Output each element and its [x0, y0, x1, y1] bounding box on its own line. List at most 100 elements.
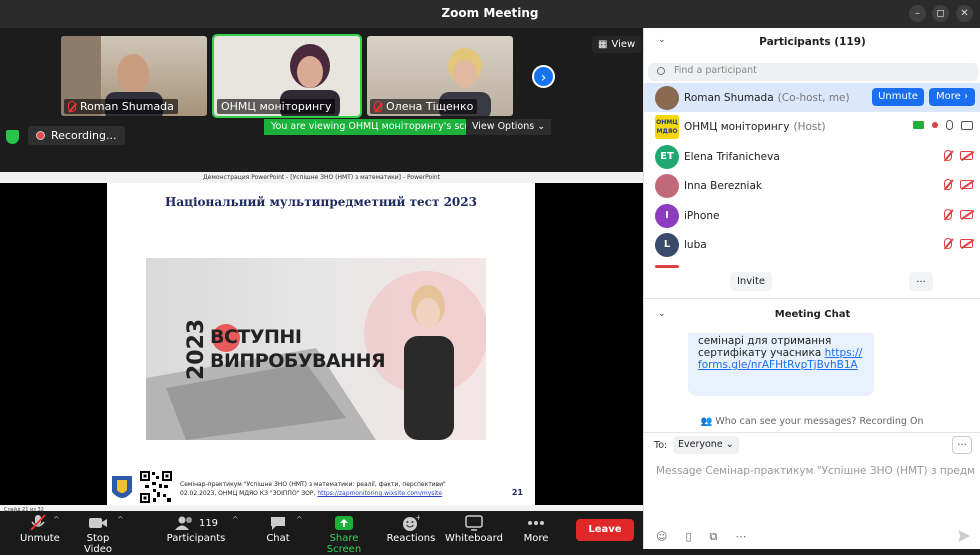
avatar: I [655, 203, 679, 228]
side-panel: ⌄ Participants (119) Find a participant … [643, 28, 980, 549]
participant-name: Elena Trifanicheva [684, 150, 780, 163]
participant-name: Inna Berezniak [684, 179, 762, 192]
participants-title: Participants (119) [759, 36, 866, 48]
participant-role: (Co-host, me) [777, 91, 850, 104]
more-dots-icon [520, 513, 552, 533]
more-button[interactable]: More [520, 513, 552, 544]
slide: Національний мультипредметний тест 2023 … [107, 183, 535, 505]
leave-button[interactable]: Leave [576, 519, 634, 541]
search-placeholder: Find a participant [674, 65, 757, 76]
chat-message-line: сертифікату учасника [698, 347, 822, 359]
mic-off-icon [944, 238, 952, 249]
chevron-down-icon: ⌄ [725, 439, 734, 450]
slide-image-word2: ВИПРОБУВАННЯ [210, 350, 386, 372]
chat-message-link[interactable]: https:// [825, 347, 863, 359]
mic-off-icon [374, 101, 382, 112]
slide-footer: Семінар-практикум "Успішне ЗНО (НМТ) з м… [180, 480, 480, 498]
message-input[interactable]: Message Семінар-практикум "Успішне ЗНО (… [656, 465, 976, 477]
slide-number: 21 [511, 488, 523, 497]
view-button[interactable]: ▦ View [592, 36, 642, 53]
record-dot-icon [36, 131, 45, 140]
participant-name: iPhone [684, 209, 720, 222]
thumb-name: Олена Тіщенко [386, 100, 474, 113]
slide-image: 2023 ВСТУПНІ ВИПРОБУВАННЯ [146, 258, 486, 440]
camera-off-icon [960, 239, 973, 248]
chat-divider [644, 432, 980, 433]
video-thumb-roman[interactable]: Roman Shumada [61, 36, 207, 116]
caret-up-icon[interactable]: ^ [296, 515, 303, 524]
participant-role: (Host) [793, 120, 826, 133]
invite-button[interactable]: Invite [730, 272, 772, 291]
participant-status-icons [944, 150, 973, 161]
participant-search-input[interactable]: Find a participant [648, 63, 978, 81]
thumb-label: Roman Shumada [64, 99, 178, 114]
participant-row[interactable]: ОНМЦ МДЯО ОНМЦ моніторингу (Host) [644, 112, 980, 141]
minimize-button[interactable]: – [909, 5, 926, 22]
emblem-logo-icon [112, 476, 132, 498]
video-camera-icon [73, 513, 123, 533]
send-icon[interactable] [958, 530, 970, 542]
panel-divider [644, 298, 980, 299]
participant-row[interactable]: ET Elena Trifanicheva [644, 142, 980, 171]
close-button[interactable]: ✕ [956, 5, 973, 22]
reactions-button[interactable]: + Reactions [386, 513, 436, 544]
view-button-label: View [611, 39, 636, 50]
smiley-icon: + [386, 513, 436, 533]
video-thumb-olena[interactable]: Олена Тіщенко [367, 36, 513, 116]
chevron-down-icon: ⌄ [537, 121, 546, 132]
caret-up-icon[interactable]: ^ [117, 515, 124, 524]
emoji-icon[interactable]: ☺ [656, 530, 667, 544]
camera-off-icon [960, 210, 973, 219]
participant-status-icons [944, 209, 973, 220]
recording-indicator[interactable]: Recording... [28, 126, 125, 145]
more-participant-button[interactable]: More › [929, 88, 975, 106]
slide-footer-line1: Семінар-практикум "Успішне ЗНО (НМТ) з м… [180, 481, 446, 488]
recipient-value: Everyone [678, 439, 723, 450]
whiteboard-button[interactable]: Whiteboard [445, 513, 503, 544]
participants-icon: 119 [166, 513, 226, 533]
unmute-participant-button[interactable]: Unmute [872, 88, 924, 106]
video-thumbnails: Roman Shumada ОНМЦ моніторингу Олена Тіщ… [0, 28, 643, 118]
participants-button[interactable]: 119 Participants [166, 513, 226, 544]
mic-off-icon [944, 179, 952, 190]
chat-tools: ☺ ▯ ⧉ ⋯ [656, 530, 746, 544]
mic-off-icon [20, 513, 56, 533]
caret-up-icon[interactable]: ^ [53, 515, 60, 524]
next-page-button[interactable]: › [532, 65, 555, 88]
more-dots-icon[interactable]: ⋯ [735, 530, 746, 544]
chat-button[interactable]: Chat [262, 513, 294, 544]
to-label: To: [654, 440, 668, 451]
avatar: ОНМЦ МДЯО [655, 114, 679, 139]
who-can-see-notice[interactable]: 👥 Who can see your messages? Recording O… [644, 416, 980, 427]
maximize-button[interactable]: ◻ [932, 5, 949, 22]
participants-label: Participants [166, 533, 226, 544]
unmute-button[interactable]: Unmute [20, 513, 60, 544]
avatar [655, 85, 679, 110]
participant-row[interactable]: L luba [644, 230, 980, 259]
participant-row[interactable]: I iPhone [644, 201, 980, 230]
chat-title: Meeting Chat [774, 309, 851, 320]
chat-message-link[interactable]: forms.gle/nrAFHtRvpTjBvhB1A [698, 359, 864, 371]
security-shield-icon[interactable] [6, 130, 19, 144]
shared-screen: Демонстрация PowerPoint - [Успішне ЗНО (… [0, 172, 643, 516]
video-stage: Roman Shumada ОНМЦ моніторингу Олена Тіщ… [0, 28, 643, 516]
chat-more-button[interactable]: ... [952, 436, 972, 454]
slide-footer-link[interactable]: https://zapmonitoring.wixsite.com/mysite [317, 490, 442, 497]
participants-count: 119 [198, 517, 219, 529]
recipient-select[interactable]: Everyone ⌄ [673, 436, 739, 454]
search-icon [657, 67, 665, 75]
participant-row[interactable]: Inna Berezniak [644, 171, 980, 200]
unmute-label: Unmute [20, 533, 60, 544]
chat-bubble-icon [262, 513, 294, 533]
video-thumb-onmc[interactable]: ОНМЦ моніторингу [212, 34, 362, 118]
who-can-see-label: Who can see your messages? Recording On [715, 416, 924, 427]
file-icon[interactable]: ▯ [685, 530, 691, 544]
mic-off-icon [944, 209, 952, 220]
caret-up-icon[interactable]: ^ [232, 515, 239, 524]
chevron-right-icon: › [963, 91, 968, 102]
participants-more-button[interactable]: ... [909, 272, 933, 291]
view-options-button[interactable]: View Options ⌄ [466, 119, 552, 135]
screenshot-icon[interactable]: ⧉ [710, 530, 718, 544]
recording-label: Recording... [51, 129, 117, 142]
people-icon: 👥 [700, 416, 713, 427]
